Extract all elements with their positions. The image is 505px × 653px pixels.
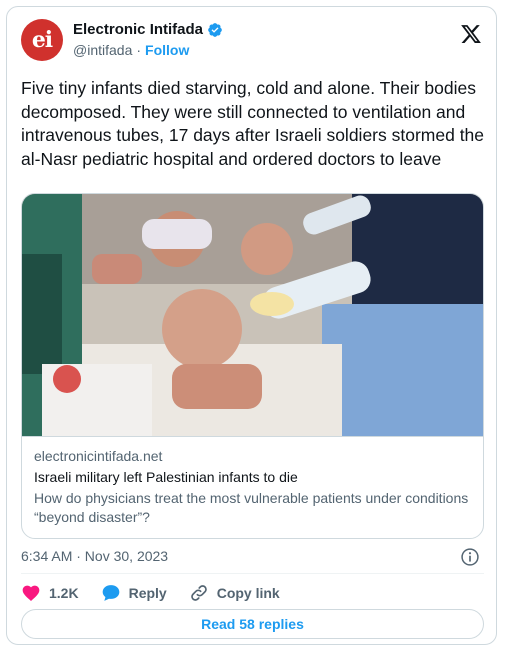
author-display-name[interactable]: Electronic Intifada: [73, 21, 203, 38]
follow-button[interactable]: Follow: [145, 42, 189, 58]
link-title: Israeli military left Palestinian infant…: [34, 469, 298, 485]
reply-bubble-icon: [102, 585, 119, 601]
avatar[interactable]: ei: [21, 19, 63, 61]
avatar-logo-text: ei: [31, 27, 53, 53]
like-count: 1.2K: [49, 585, 79, 601]
read-replies-button[interactable]: Read 58 replies: [21, 609, 484, 639]
link-description: How do physicians treat the most vulnera…: [34, 490, 469, 525]
reply-button[interactable]: Reply: [101, 583, 167, 603]
link-card-photo[interactable]: [22, 194, 484, 436]
tweet-header: ei Electronic Intifada @intifada · Follo…: [21, 19, 484, 63]
copy-link-label: Copy link: [216, 585, 280, 601]
tweet-card: ei Electronic Intifada @intifada · Follo…: [6, 6, 497, 645]
like-button[interactable]: 1.2K: [21, 583, 79, 603]
reply-label: Reply: [128, 585, 167, 601]
author-name-row: Electronic Intifada: [73, 21, 223, 38]
link-card-meta[interactable]: electronicintifada.net Israeli military …: [22, 436, 483, 538]
author-handle[interactable]: @intifada: [73, 42, 132, 58]
author-handle-row: @intifada · Follow: [73, 42, 189, 58]
action-bar: 1.2K Reply Copy link: [21, 582, 280, 604]
tweet-text: Five tiny infants died starving, cold an…: [21, 78, 485, 169]
heart-icon: [22, 585, 40, 601]
tweet-timestamp[interactable]: 6:34 AM · Nov 30, 2023: [21, 548, 168, 564]
x-logo-icon[interactable]: [460, 23, 482, 45]
link-domain: electronicintifada.net: [34, 448, 163, 464]
link-card[interactable]: electronicintifada.net Israeli military …: [21, 193, 484, 539]
verified-badge-icon: [208, 22, 222, 37]
handle-separator: ·: [136, 42, 142, 58]
divider: [21, 573, 484, 574]
copy-link-button[interactable]: Copy link: [189, 583, 280, 603]
link-icon: [190, 585, 207, 601]
info-icon[interactable]: [460, 547, 480, 567]
